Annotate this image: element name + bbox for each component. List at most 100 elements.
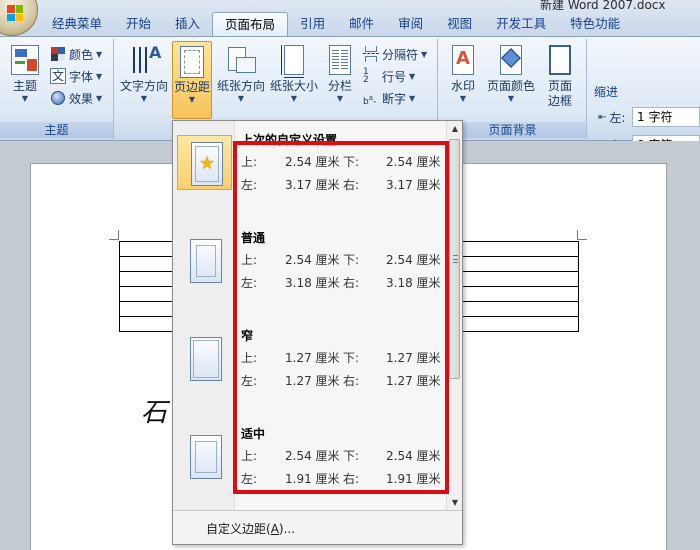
themes-group-label: 主题 xyxy=(0,122,113,138)
option-title: 上次的自定义设置 xyxy=(241,133,338,147)
margin-option-moderate[interactable]: 适中 上: 2.54 厘米 下: 2.54 厘米 左: 1.91 厘米 右: 1… xyxy=(173,417,448,513)
hyphenation-button[interactable]: ba- 断字 ▼ xyxy=(363,87,415,109)
text-direction-button[interactable]: A 文字方向 ▼ xyxy=(117,41,171,119)
columns-button[interactable]: 分栏 ▼ xyxy=(322,41,358,119)
ribbon-tab-bar: 新建 Word 2007.docx 经典菜单 开始 插入 页面布局 引用 邮件 … xyxy=(0,0,700,36)
orientation-button[interactable]: 纸张方向 ▼ xyxy=(215,41,267,119)
office-button[interactable] xyxy=(0,0,38,36)
scrollbar-thumb[interactable] xyxy=(449,139,460,379)
page-color-button[interactable]: 页面颜色 ▼ xyxy=(485,41,537,119)
option-row-top-bottom: 上: 2.54 厘米 下: 2.54 厘米 xyxy=(241,155,441,169)
scroll-up-icon[interactable]: ▲ xyxy=(447,121,463,137)
paper-size-button[interactable]: 纸张大小 ▼ xyxy=(268,41,320,119)
margins-button[interactable]: 页边距 ▼ xyxy=(172,41,212,119)
margin-corner-mark xyxy=(577,230,587,240)
tab-insert[interactable]: 插入 xyxy=(163,12,212,36)
breaks-label: 分隔符 xyxy=(382,47,419,62)
option-thumbnail xyxy=(177,331,232,386)
custom-margins-item[interactable]: 自定义边距(A)... xyxy=(173,510,462,544)
themes-button[interactable]: 主题 ▼ xyxy=(4,41,46,119)
chevron-down-icon: ▼ xyxy=(336,94,344,103)
option-thumbnail: ★ xyxy=(177,135,232,190)
document-table[interactable] xyxy=(461,241,579,333)
line-numbers-button[interactable]: 12 行号 ▼ xyxy=(363,65,415,87)
page-margin-icon xyxy=(190,435,222,479)
paper-size-icon xyxy=(279,45,309,78)
chevron-down-icon: ▼ xyxy=(290,94,298,103)
margins-icon xyxy=(177,46,207,78)
chevron-down-icon: ▼ xyxy=(237,94,245,103)
option-row-top-bottom: 上: 2.54 厘米 下: 2.54 厘米 xyxy=(241,253,441,267)
margins-dropdown: ★ 上次的自定义设置 上: 2.54 厘米 下: 2.54 厘米 左: 3.17… xyxy=(172,120,463,545)
option-row-left-right: 左: 3.18 厘米 右: 3.18 厘米 xyxy=(241,276,441,290)
tab-references[interactable]: 引用 xyxy=(288,12,337,36)
columns-label: 分栏 xyxy=(327,79,352,93)
orientation-icon xyxy=(226,45,256,77)
text-direction-icon: A xyxy=(129,45,161,77)
font-icon: 文 xyxy=(50,68,66,84)
chevron-down-icon: ▼ xyxy=(188,95,196,104)
themes-icon xyxy=(10,45,40,77)
tab-page-layout[interactable]: 页面布局 xyxy=(212,12,289,36)
page-borders-icon xyxy=(545,45,575,77)
option-row-top-bottom: 上: 1.27 厘米 下: 1.27 厘米 xyxy=(241,351,441,365)
chevron-down-icon: ▼ xyxy=(96,71,103,81)
theme-fonts-button[interactable]: 文 字体 ▼ xyxy=(50,65,102,87)
tab-home[interactable]: 开始 xyxy=(114,12,163,36)
breaks-button[interactable]: 分隔符 ▼ xyxy=(363,43,427,65)
page-margin-icon xyxy=(190,239,222,283)
star-icon: ★ xyxy=(199,153,216,174)
indent-left-input[interactable]: 1 字符 xyxy=(632,107,700,127)
themes-label: 主题 xyxy=(12,79,37,93)
dropdown-scrollbar[interactable]: ▲ ▼ xyxy=(446,121,462,511)
page-margin-icon: ★ xyxy=(191,142,223,186)
chevron-down-icon: ▼ xyxy=(459,94,467,103)
tab-mailings[interactable]: 邮件 xyxy=(337,12,386,36)
option-row-left-right: 左: 3.17 厘米 右: 3.17 厘米 xyxy=(241,178,441,192)
page-break-icon xyxy=(363,46,379,62)
chevron-down-icon: ▼ xyxy=(96,93,103,103)
theme-colors-button[interactable]: 颜色 ▼ xyxy=(50,43,102,65)
chevron-down-icon: ▼ xyxy=(96,49,103,59)
watermark-button[interactable]: A 水印 ▼ xyxy=(443,41,483,119)
tab-special-features[interactable]: 特色功能 xyxy=(558,12,632,36)
option-row-left-right: 左: 1.27 厘米 右: 1.27 厘米 xyxy=(241,374,441,388)
option-thumbnail xyxy=(177,233,232,288)
option-thumbnail xyxy=(177,429,232,484)
indent-left-label: ⇤ 左: xyxy=(598,111,626,125)
option-title: 适中 xyxy=(241,427,266,441)
custom-margins-label: 自定义边距(A)... xyxy=(206,522,296,536)
page-margin-icon xyxy=(190,337,222,381)
page-color-label: 页面颜色 xyxy=(486,79,535,93)
tab-classic-menu[interactable]: 经典菜单 xyxy=(40,12,114,36)
chevron-down-icon: ▼ xyxy=(140,94,148,103)
tab-developer[interactable]: 开发工具 xyxy=(484,12,558,36)
tab-review[interactable]: 审阅 xyxy=(386,12,435,36)
margins-label: 页边距 xyxy=(173,80,210,94)
theme-effects-button[interactable]: 效果 ▼ xyxy=(50,87,102,109)
option-row-top-bottom: 上: 2.54 厘米 下: 2.54 厘米 xyxy=(241,449,441,463)
tab-view[interactable]: 视图 xyxy=(435,12,484,36)
color-palette-icon xyxy=(50,46,66,62)
theme-colors-label: 颜色 xyxy=(69,47,94,62)
handwritten-text: 石 xyxy=(141,398,168,428)
paper-size-label: 纸张大小 xyxy=(269,79,318,93)
option-title: 普通 xyxy=(241,231,266,245)
grip-icon xyxy=(453,255,458,263)
indent-left-icon: ⇤ xyxy=(598,112,607,123)
hyphenation-icon: ba- xyxy=(363,94,377,107)
group-themes: 主题 ▼ 颜色 ▼ 文 字体 ▼ 效果 ▼ 主题 xyxy=(0,39,114,139)
indent-heading: 缩进 xyxy=(594,85,619,99)
page-borders-button[interactable]: 页面边框 xyxy=(539,41,581,119)
chevron-down-icon: ▼ xyxy=(409,71,416,81)
scroll-down-icon[interactable]: ▼ xyxy=(447,495,463,511)
chevron-down-icon: ▼ xyxy=(21,94,29,103)
paint-bucket-icon xyxy=(496,45,526,77)
office-logo-icon xyxy=(7,5,23,21)
orientation-label: 纸张方向 xyxy=(216,79,265,93)
columns-icon xyxy=(325,45,355,77)
margin-option-last-custom[interactable]: ★ 上次的自定义设置 上: 2.54 厘米 下: 2.54 厘米 左: 3.17… xyxy=(173,123,448,219)
margin-option-narrow[interactable]: 窄 上: 1.27 厘米 下: 1.27 厘米 左: 1.27 厘米 右: 1.… xyxy=(173,319,448,415)
option-row-left-right: 左: 1.91 厘米 右: 1.91 厘米 xyxy=(241,472,441,486)
margin-option-normal[interactable]: 普通 上: 2.54 厘米 下: 2.54 厘米 左: 3.18 厘米 右: 3… xyxy=(173,221,448,317)
